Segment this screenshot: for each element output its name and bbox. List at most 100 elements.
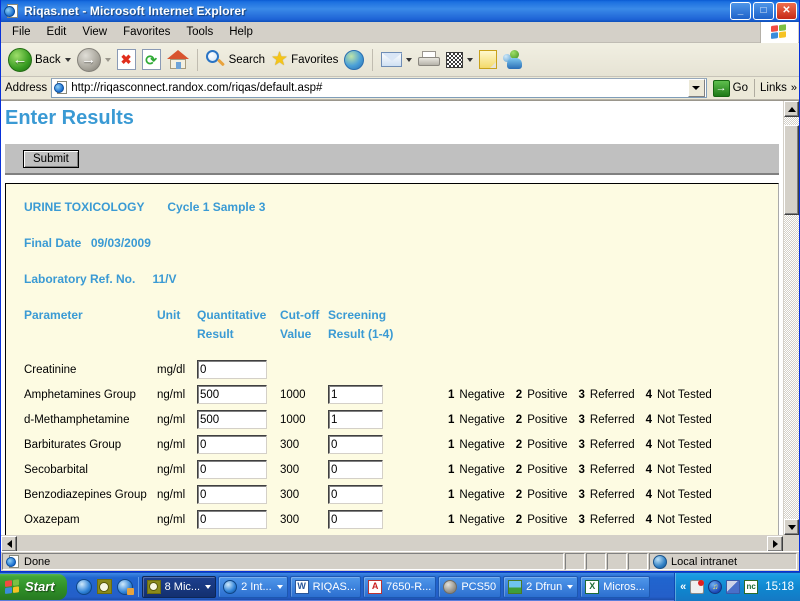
taskbar-button[interactable]: A7650-R... xyxy=(363,576,436,598)
globe-icon xyxy=(653,555,667,569)
chevron-down-icon[interactable] xyxy=(467,58,473,62)
menu-item-help[interactable]: Help xyxy=(221,24,261,40)
scroll-left-button[interactable] xyxy=(1,536,17,552)
menu-item-file[interactable]: File xyxy=(4,24,39,40)
history-button[interactable] xyxy=(341,45,367,75)
search-button[interactable]: Search xyxy=(203,45,268,75)
back-button[interactable]: ← Back xyxy=(5,45,74,75)
quantitative-result-input[interactable] xyxy=(197,485,267,504)
quantitative-result-input[interactable] xyxy=(197,410,267,429)
menu-item-edit[interactable]: Edit xyxy=(39,24,75,40)
screening-result-input[interactable] xyxy=(328,435,383,454)
address-label: Address xyxy=(5,82,47,94)
ie-icon xyxy=(223,580,237,594)
page-action-bar: Submit xyxy=(5,142,779,175)
chevron-down-icon[interactable] xyxy=(105,58,111,62)
links-button[interactable]: Links xyxy=(760,82,787,94)
page-title: Enter Results xyxy=(1,101,783,134)
screening-result-input[interactable] xyxy=(328,410,383,429)
minimize-button[interactable]: _ xyxy=(730,2,751,20)
history-icon xyxy=(344,50,364,70)
quantitative-result-input[interactable] xyxy=(197,385,267,404)
edit-button[interactable] xyxy=(443,45,476,75)
quantitative-result-input[interactable] xyxy=(197,460,267,479)
scroll-thumb[interactable] xyxy=(784,125,799,215)
screening-result-input[interactable] xyxy=(328,510,383,529)
chevron-down-icon[interactable] xyxy=(567,585,573,589)
address-dropdown-button[interactable] xyxy=(688,79,705,97)
launch-ie-mail-icon[interactable] xyxy=(117,579,133,595)
scroll-down-button[interactable] xyxy=(784,519,799,535)
chevron-down-icon[interactable] xyxy=(205,585,211,589)
start-button[interactable]: Start xyxy=(0,574,67,600)
legend-label: Negative xyxy=(459,464,504,476)
menu-item-tools[interactable]: Tools xyxy=(178,24,221,40)
messenger-button[interactable] xyxy=(500,45,526,75)
chevron-down-icon[interactable] xyxy=(65,58,71,62)
status-slot-4 xyxy=(628,553,648,570)
table-row: Creatininemg/dl xyxy=(24,357,778,382)
security-zone-label: Local intranet xyxy=(671,556,737,568)
screening-result-input[interactable] xyxy=(328,485,383,504)
network-alert-icon[interactable] xyxy=(690,580,704,594)
refresh-button[interactable]: ⟳ xyxy=(139,45,164,75)
chevron-down-icon[interactable] xyxy=(277,585,283,589)
cell-quantitative xyxy=(197,460,280,480)
messenger-icon xyxy=(503,50,523,69)
launch-ie-icon[interactable] xyxy=(76,579,92,595)
forward-button[interactable]: → xyxy=(74,45,114,75)
taskbar-button[interactable]: 2 Int... xyxy=(218,576,288,598)
legend-code: 1 xyxy=(448,514,454,526)
tray-expand-icon[interactable]: « xyxy=(680,581,686,593)
taskbar-button[interactable]: WRIQAS... xyxy=(290,576,361,598)
launch-clock-icon[interactable] xyxy=(97,579,112,594)
address-input[interactable]: http://riqasconnect.randox.com/riqas/def… xyxy=(51,78,706,98)
quantitative-result-input[interactable] xyxy=(197,510,267,529)
legend-entry: 2Positive xyxy=(516,439,568,451)
taskbar-button[interactable]: 8 Mic... xyxy=(142,576,216,598)
notes-button[interactable] xyxy=(476,45,500,75)
links-chevron-icon[interactable]: » xyxy=(791,82,797,94)
quantitative-result-input[interactable] xyxy=(197,360,267,379)
print-button[interactable] xyxy=(415,45,443,75)
go-arrow-icon: → xyxy=(713,80,730,97)
legend-code: 4 xyxy=(646,464,652,476)
scroll-up-button[interactable] xyxy=(784,101,799,117)
taskbar-button[interactable]: XMicros... xyxy=(580,576,650,598)
menu-item-view[interactable]: View xyxy=(74,24,115,40)
home-button[interactable] xyxy=(164,45,192,75)
close-button[interactable]: ✕ xyxy=(776,2,797,20)
screening-result-input[interactable] xyxy=(328,460,383,479)
screening-result-input[interactable] xyxy=(328,385,383,404)
legend-code: 1 xyxy=(448,464,454,476)
screening-legend: 1Negative2Positive3Referred4Not Tested xyxy=(418,414,723,426)
page-horizontal-scrollbar[interactable] xyxy=(1,535,799,551)
taskbar-button[interactable]: 2 Dfrun xyxy=(503,576,578,598)
quantitative-result-input[interactable] xyxy=(197,435,267,454)
page-vertical-scrollbar[interactable] xyxy=(783,101,799,535)
scroll-right-button[interactable] xyxy=(767,536,783,552)
cell-parameter: Benzodiazepines Group xyxy=(24,489,157,501)
submit-button[interactable]: Submit xyxy=(23,150,79,168)
maximize-button[interactable]: □ xyxy=(753,2,774,20)
screening-legend: 1Negative2Positive3Referred4Not Tested xyxy=(418,489,723,501)
menu-item-favorites[interactable]: Favorites xyxy=(115,24,178,40)
legend-code: 3 xyxy=(578,464,584,476)
legend-label: Referred xyxy=(590,464,635,476)
sound-volume-icon[interactable]: ♫ xyxy=(708,580,722,594)
screening-legend: 1Negative2Positive3Referred4Not Tested xyxy=(418,439,723,451)
security-zone-panel[interactable]: Local intranet xyxy=(649,553,797,570)
favorites-button[interactable]: ★ Favorites xyxy=(268,45,341,75)
network-connection-icon[interactable] xyxy=(726,580,740,594)
scroll-track-horizontal[interactable] xyxy=(17,536,767,551)
legend-entry: 1Negative xyxy=(448,489,505,501)
go-button[interactable]: → Go xyxy=(707,80,752,97)
legend-code: 1 xyxy=(448,439,454,451)
legend-code: 4 xyxy=(646,439,652,451)
taskbar-button[interactable]: PCS50 xyxy=(438,576,501,598)
scroll-track[interactable] xyxy=(784,117,799,519)
nc-app-icon[interactable]: nc xyxy=(744,580,758,594)
chevron-down-icon[interactable] xyxy=(406,58,412,62)
mail-button[interactable] xyxy=(378,45,415,75)
stop-button[interactable]: ✖ xyxy=(114,45,139,75)
